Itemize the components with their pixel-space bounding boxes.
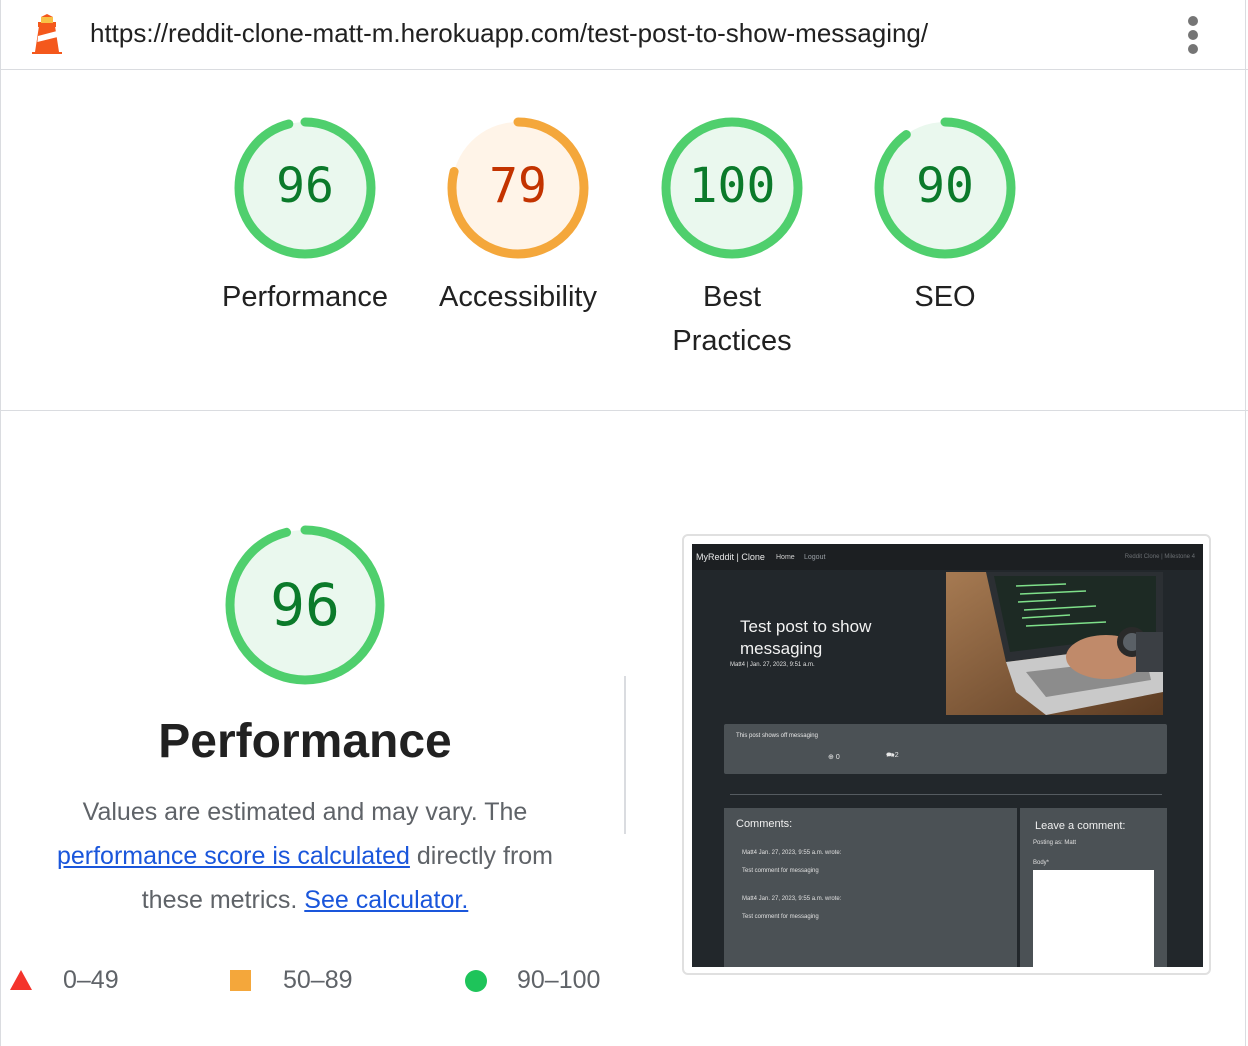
comment-icon: 🗪 xyxy=(886,752,895,759)
thumb-nav-logout: Logout xyxy=(804,554,826,561)
gauge-score: 100 xyxy=(688,158,776,214)
thumb-comment-body: Test comment for messaging xyxy=(742,868,819,874)
gauge-score: 96 xyxy=(276,158,334,214)
gauge-performance[interactable]: 96 Performance xyxy=(210,115,400,319)
square-icon xyxy=(230,970,251,991)
lighthouse-icon xyxy=(32,14,62,54)
thumb-posting-as: Posting as: Matt xyxy=(1033,840,1077,846)
gauge-best-practices[interactable]: 100 Best Practices xyxy=(637,115,827,363)
thumb-nav-home: Home xyxy=(776,554,795,561)
score-legend: 0–49 50–89 90–100 xyxy=(0,962,620,998)
triangle-icon xyxy=(10,970,32,990)
performance-description: Values are estimated and may vary. The p… xyxy=(30,790,580,922)
performance-title: Performance xyxy=(158,715,452,768)
thumb-comment-meta: Matt4 Jan. 27, 2023, 9:55 a.m. wrote: xyxy=(742,850,842,856)
legend-range: 0–49 xyxy=(63,966,119,994)
thumb-likes-count: 0 xyxy=(835,754,840,761)
gauge-label: Best Practices xyxy=(672,281,792,357)
thumb-nav-right: Reddit Clone | Milestone 4 xyxy=(1124,554,1195,560)
gauge-label: Performance xyxy=(221,281,388,313)
screenshot-content: MyReddit | Clone Home Logout Reddit Clon… xyxy=(692,544,1203,967)
final-screenshot-thumbnail[interactable]: MyReddit | Clone Home Logout Reddit Clon… xyxy=(682,534,1211,975)
thumb-post-meta: Matt4 | Jan. 27, 2023, 9:51 a.m. xyxy=(730,662,815,668)
thumb-comment-count: 🗪2 xyxy=(886,751,899,762)
legend-range: 50–89 xyxy=(283,966,353,994)
score-calculated-link[interactable]: performance score is calculated xyxy=(57,842,410,870)
kebab-menu-icon[interactable] xyxy=(1180,14,1206,56)
thumb-hero-image xyxy=(946,572,1163,715)
gauge-score: 79 xyxy=(489,158,547,214)
gauge-score: 90 xyxy=(916,158,974,214)
thumb-comments-title: Comments: xyxy=(736,818,793,830)
thumb-post-body: This post shows off messaging xyxy=(736,733,818,739)
like-icon: ⊕ xyxy=(828,754,834,761)
performance-score: 96 xyxy=(270,571,340,639)
thumb-post-card: This post shows off messaging ⊕ 0 🗪2 xyxy=(724,724,1167,774)
thumb-divider xyxy=(730,794,1162,795)
category-gauges: 96 Performance 79 Accessibility 100 Best… xyxy=(0,71,1248,411)
desc-text: Values are estimated and may vary. The xyxy=(82,798,528,826)
thumb-comment-textarea xyxy=(1033,870,1154,967)
gauge-label: Accessibility xyxy=(439,281,597,313)
thumb-leave-title: Leave a comment: xyxy=(1035,820,1126,832)
legend-range: 90–100 xyxy=(517,966,601,994)
gauge-seo[interactable]: 90 SEO xyxy=(850,115,1040,319)
page-url: https://reddit-clone-matt-m.herokuapp.co… xyxy=(90,18,929,48)
thumb-likes: ⊕ 0 xyxy=(828,753,840,761)
thumb-post-title: Test post to show messaging xyxy=(740,617,872,658)
thumb-comments-count: 2 xyxy=(894,752,899,759)
thumb-comment-meta: Matt4 Jan. 27, 2023, 9:55 a.m. wrote: xyxy=(742,896,842,902)
vertical-divider xyxy=(624,676,626,834)
see-calculator-link[interactable]: See calculator. xyxy=(304,886,468,914)
thumb-comments-panel: Comments: Matt4 Jan. 27, 2023, 9:55 a.m.… xyxy=(724,808,1017,967)
thumb-leave-comment-panel: Leave a comment: Posting as: Matt Body* xyxy=(1020,808,1167,967)
thumb-comment-body: Test comment for messaging xyxy=(742,914,819,920)
gauge-label: SEO xyxy=(914,281,976,313)
thumb-body-label: Body* xyxy=(1033,860,1050,866)
circle-icon xyxy=(465,970,487,992)
report-header: https://reddit-clone-matt-m.herokuapp.co… xyxy=(0,0,1248,70)
gauge-accessibility[interactable]: 79 Accessibility xyxy=(423,115,613,319)
thumb-brand: MyReddit | Clone xyxy=(696,552,765,562)
thumb-navbar: MyReddit | Clone Home Logout Reddit Clon… xyxy=(692,544,1203,570)
